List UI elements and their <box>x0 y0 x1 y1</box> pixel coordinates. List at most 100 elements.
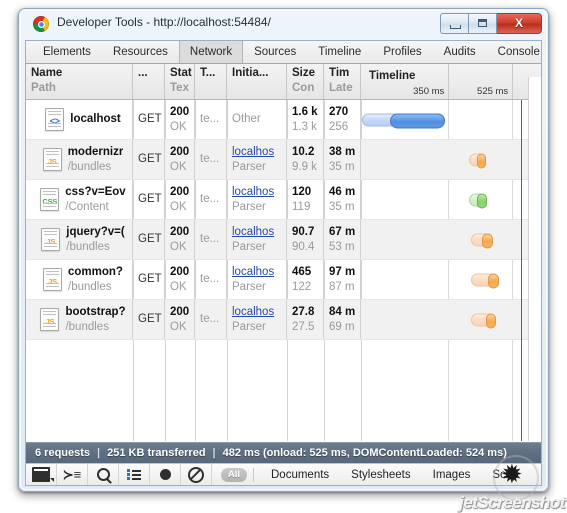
cell-size: 90.7 90.4 <box>287 220 324 259</box>
filter-images[interactable]: Images <box>422 469 482 481</box>
content-size: 1.3 k <box>292 120 317 133</box>
column-header-status[interactable]: Stat Tex <box>165 64 195 99</box>
cell-timeline <box>361 260 541 299</box>
cell-name: JS bootstrap? /bundles <box>26 300 133 339</box>
column-header-initiator[interactable]: Initia... <box>227 64 287 99</box>
cell-timeline <box>361 140 541 179</box>
tab-timeline[interactable]: Timeline <box>307 41 372 63</box>
column-header-type[interactable]: T... <box>195 64 227 99</box>
cell-name: <> localhost <box>26 100 133 139</box>
table-row[interactable]: JS modernizr/bundles GET 200 OK te... localhos… <box>26 140 541 180</box>
content-size: 90.4 <box>292 240 315 253</box>
initiator-link[interactable]: localhos <box>232 185 286 200</box>
column-header-size[interactable]: Size Con <box>287 64 324 99</box>
cell-status: 200 OK <box>165 180 195 219</box>
column-header-timeline[interactable]: Timeline 350 ms 525 ms <box>361 64 541 99</box>
cell-timeline <box>361 180 541 219</box>
status-code: 200 <box>170 185 190 198</box>
timeline-bar[interactable] <box>469 193 487 208</box>
filter-documents[interactable]: Documents <box>260 469 340 481</box>
content-size: 119 <box>292 200 311 213</box>
transfer-size: 465 <box>292 265 312 278</box>
total-time: 84 m <box>329 305 356 318</box>
resource-type: te... <box>200 313 220 325</box>
initiator-link: Other <box>232 113 261 125</box>
large-rows-button[interactable] <box>119 464 150 485</box>
timeline-bar[interactable] <box>470 313 496 328</box>
table-row[interactable]: <> localhost GET 200 OK te... Other 1.6 k 1.3 k 2… <box>26 100 541 140</box>
record-icon <box>159 469 171 480</box>
resource-type: te... <box>200 193 220 205</box>
status-text: OK <box>170 200 187 213</box>
record-button[interactable] <box>150 464 181 485</box>
name-text-wrap: common? /bundles <box>68 265 123 295</box>
timeline-bar[interactable] <box>469 153 487 168</box>
chrome-logo-icon <box>33 16 49 32</box>
timeline-bar-download-segment <box>485 313 496 328</box>
cell-size: 120 119 <box>287 180 324 219</box>
title-bar[interactable]: Developer Tools - http://localhost:54484… <box>19 9 548 39</box>
column-header-method[interactable]: ... <box>133 64 165 99</box>
timeline-bar[interactable] <box>470 233 494 248</box>
initiator-link[interactable]: localhos <box>232 305 286 320</box>
show-console-button[interactable]: ≻≡ <box>57 464 88 485</box>
tab-profiles[interactable]: Profiles <box>372 41 432 63</box>
status-text: OK <box>170 320 187 333</box>
filter-stylesheets[interactable]: Stylesheets <box>340 469 421 481</box>
large-rows-icon <box>127 469 141 480</box>
clear-button[interactable] <box>181 464 212 485</box>
timeline-bar[interactable] <box>470 273 499 288</box>
column-header-name[interactable]: Name Path <box>26 64 133 99</box>
latency-time: 35 m <box>329 160 355 173</box>
table-row[interactable]: CSS css?v=Eov/Content GET 200 OK te... localho… <box>26 180 541 220</box>
cell-type: te... <box>195 220 227 259</box>
cell-type: te... <box>195 260 227 299</box>
network-table-body[interactable]: <> localhost GET 200 OK te... Other 1.6 k 1.3 k 2… <box>26 100 541 441</box>
devtools-panel: Elements Resources Network Sources Timeline P… <box>25 40 542 486</box>
resource-type: te... <box>200 233 220 245</box>
request-name: css?v=Eov <box>65 185 126 198</box>
timeline-bar-download-segment <box>488 273 499 288</box>
table-row[interactable]: JS jquery?v=(/bundles GET 200 OK te... localho… <box>26 220 541 260</box>
transfer-size: 27.8 <box>292 305 315 318</box>
initiator-type: Parser <box>232 200 266 213</box>
status-text: OK <box>170 120 187 133</box>
vertical-scrollbar[interactable] <box>528 77 541 441</box>
table-row[interactable]: JS bootstrap? /bundles GET 200 OK te... localho… <box>26 300 541 340</box>
status-code: 200 <box>170 265 190 278</box>
cell-size: 27.8 27.5 <box>287 300 324 339</box>
status-timing: 482 ms (onload: 525 ms, DOMContentLoaded… <box>222 447 507 459</box>
request-method: GET <box>138 233 162 245</box>
filter-all[interactable]: All <box>221 467 247 482</box>
cell-status: 200 OK <box>165 260 195 299</box>
total-time: 38 m <box>329 145 356 158</box>
column-title-initiator: Initia... <box>232 67 269 79</box>
cell-type: te... <box>195 100 227 139</box>
tab-console[interactable]: Console <box>487 41 548 63</box>
name-text-wrap: bootstrap? /bundles <box>65 305 125 335</box>
status-code: 200 <box>170 305 190 318</box>
tab-audits[interactable]: Audits <box>433 41 487 63</box>
initiator-link[interactable]: localhos <box>232 265 286 280</box>
clear-icon <box>188 466 204 483</box>
tab-elements[interactable]: Elements <box>32 41 102 63</box>
tab-sources[interactable]: Sources <box>243 41 307 63</box>
devtools-tab-bar: Elements Resources Network Sources Timeline P… <box>26 41 541 64</box>
dock-to-window-button[interactable] <box>26 464 57 485</box>
initiator-link[interactable]: localhos <box>232 145 286 160</box>
close-button[interactable]: X <box>497 13 542 34</box>
initiator-link[interactable]: localhos <box>232 225 286 240</box>
cell-method: GET <box>133 260 165 299</box>
timeline-bar[interactable] <box>361 113 445 128</box>
script-file-icon: JS <box>40 308 60 331</box>
search-button[interactable] <box>88 464 119 485</box>
tab-network[interactable]: Network <box>178 41 244 63</box>
tab-resources[interactable]: Resources <box>102 41 179 63</box>
column-title-timeline: Timeline <box>369 70 416 82</box>
minimize-button[interactable] <box>440 13 469 34</box>
maximize-button[interactable] <box>469 13 497 34</box>
cell-method: GET <box>133 300 165 339</box>
column-header-time[interactable]: Tim Late <box>324 64 361 99</box>
table-row[interactable]: JS common? /bundles GET 200 OK te... localhos Pa… <box>26 260 541 300</box>
cell-time: 270 256 <box>324 100 361 139</box>
